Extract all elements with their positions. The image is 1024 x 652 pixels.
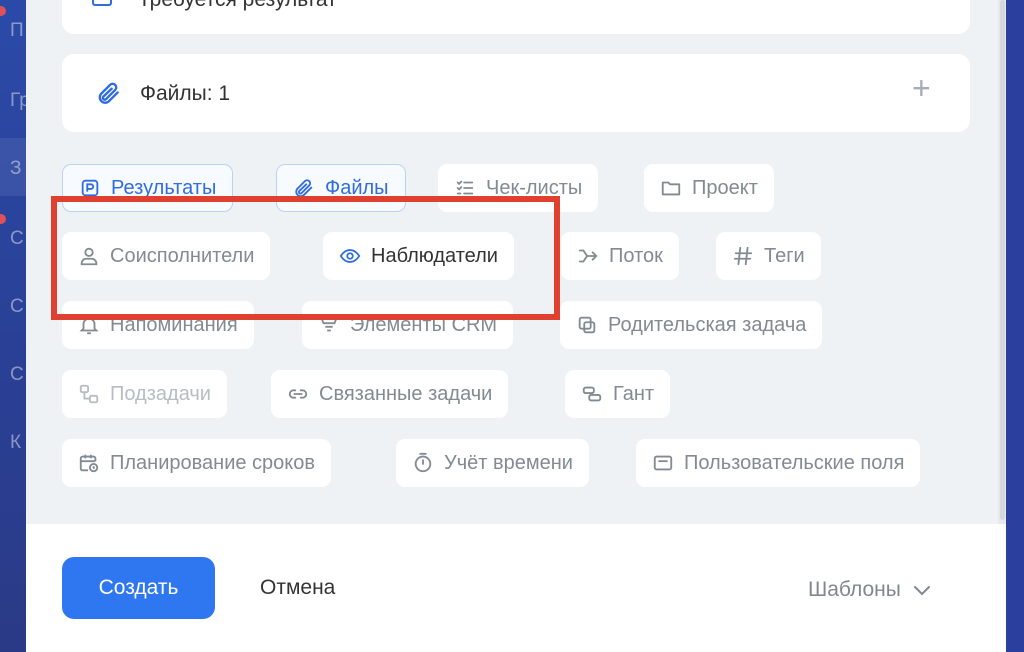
chip-tags[interactable]: Теги (716, 232, 821, 280)
background-letter: З (10, 158, 22, 179)
calendar-clock-icon (79, 454, 99, 473)
chip-linked-tasks[interactable]: Связанные задачи (271, 370, 509, 418)
chip-time-tracking-label: Учёт времени (444, 451, 573, 474)
parent-task-icon (578, 316, 596, 334)
subtasks-icon (79, 384, 99, 404)
gantt-icon (582, 386, 602, 402)
background-letter: С (10, 364, 24, 385)
chip-results-label: Результаты (111, 176, 217, 199)
chip-parent-task-label: Родительская задача (608, 313, 807, 336)
cancel-button[interactable]: Отмена (260, 576, 335, 600)
results-icon (81, 179, 99, 197)
chip-coexecutors[interactable]: Соисполнители (62, 232, 271, 280)
chip-deadline-planning[interactable]: Планирование сроков (62, 439, 332, 487)
chip-checklists-label: Чек-листы (486, 176, 583, 199)
chip-reminders[interactable]: Напоминания (62, 301, 254, 349)
paperclip-icon (295, 179, 313, 198)
chip-crm[interactable]: Элементы CRM (302, 301, 514, 349)
chip-custom-fields[interactable]: Пользовательские поля (636, 439, 921, 487)
templates-label: Шаблоны (808, 578, 901, 601)
chip-crm-label: Элементы CRM (350, 313, 498, 336)
chip-deadline-planning-label: Планирование сроков (110, 451, 316, 474)
templates-dropdown[interactable]: Шаблоны (808, 578, 931, 602)
checkbox-icon (92, 0, 112, 6)
chevron-down-icon (913, 586, 930, 596)
chip-time-tracking[interactable]: Учёт времени (396, 439, 589, 487)
flow-icon (578, 249, 598, 263)
link-icon (288, 389, 308, 399)
chip-results[interactable]: Результаты (62, 164, 234, 212)
chip-project-label: Проект (692, 176, 758, 199)
create-button[interactable]: Создать (62, 557, 215, 619)
chip-checklists[interactable]: Чек-листы (438, 164, 599, 212)
background-letter: К (10, 432, 22, 453)
folder-icon (661, 181, 681, 196)
chip-subtasks-label: Подзадачи (110, 382, 211, 405)
form-field-icon (653, 455, 673, 471)
chip-files[interactable]: Файлы (276, 164, 406, 212)
background-badge (0, 214, 6, 224)
chip-gantt-label: Гант (613, 382, 655, 405)
eye-icon (339, 249, 361, 263)
result-required-card[interactable]: Требуется результат (62, 0, 970, 34)
scrollbar-thumb[interactable] (1000, 0, 1005, 520)
background-letter: П (10, 20, 24, 41)
add-file-button[interactable]: + (912, 72, 931, 104)
chip-linked-tasks-label: Связанные задачи (319, 382, 493, 405)
background-badge (0, 6, 6, 16)
paperclip-icon (96, 80, 122, 111)
background-letter: С (10, 296, 24, 317)
chip-project[interactable]: Проект (644, 164, 774, 212)
bell-icon (79, 317, 99, 335)
result-required-label: Требуется результат (138, 0, 337, 12)
hash-icon (733, 246, 753, 266)
chip-parent-task[interactable]: Родительская задача (560, 301, 823, 349)
chip-observers[interactable]: Наблюдатели (323, 232, 514, 280)
chip-coexecutors-label: Соисполнители (110, 244, 255, 267)
files-card[interactable]: Файлы: 1 + (62, 54, 970, 132)
chip-gantt[interactable]: Гант (565, 370, 671, 418)
chip-reminders-label: Напоминания (110, 313, 238, 336)
user-icon (80, 247, 98, 266)
chip-flow[interactable]: Поток (561, 232, 679, 280)
chip-tags-label: Теги (764, 244, 805, 267)
files-title: Файлы: 1 (140, 82, 231, 105)
background-letter: С (10, 228, 24, 249)
chip-custom-fields-label: Пользовательские поля (684, 451, 905, 474)
checklist-icon (456, 180, 474, 195)
stopwatch-icon (414, 452, 432, 473)
chip-observers-label: Наблюдатели (371, 244, 498, 267)
crm-icon (320, 317, 338, 332)
chip-flow-label: Поток (609, 244, 663, 267)
chip-files-label: Файлы (325, 176, 389, 199)
chip-subtasks[interactable]: Подзадачи (62, 370, 227, 418)
